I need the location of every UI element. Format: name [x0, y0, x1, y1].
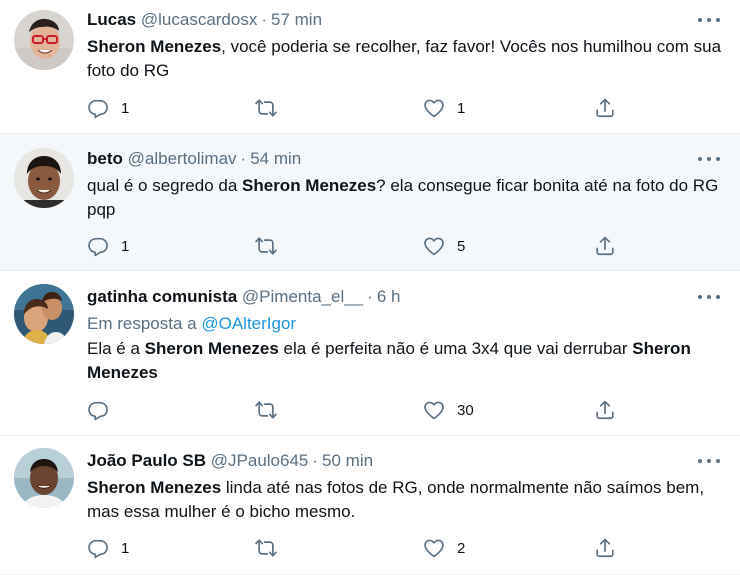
like-button[interactable]: 30 [423, 398, 474, 422]
timestamp[interactable]: 6 h [377, 287, 401, 306]
tweet[interactable]: João Paulo SB @JPaulo645 · 50 min Sheron M… [0, 436, 740, 575]
username[interactable]: @JPaulo645 [211, 451, 309, 470]
display-name[interactable]: gatinha comunista [87, 287, 237, 306]
share-button[interactable] [594, 96, 616, 120]
mention-bold: Sheron Menezes [144, 339, 279, 358]
like-count: 5 [457, 237, 466, 255]
reply-button[interactable]: 1 [87, 234, 129, 258]
tweet[interactable]: beto @albertolimav · 54 min qual é o segre… [0, 134, 740, 271]
mention-bold: Sheron Menezes [87, 37, 222, 56]
username[interactable]: @albertolimav [128, 149, 237, 168]
tweet-header: beto @albertolimav · 54 min [87, 148, 301, 170]
tweet-actions: 30 [87, 398, 627, 422]
reply-icon [87, 537, 109, 559]
reply-button[interactable]: 1 [87, 536, 129, 560]
like-button[interactable]: 2 [423, 536, 465, 560]
tweet-text: Sheron Menezes, você poderia se recolher… [87, 35, 727, 83]
reply-context: Em resposta a @OAlterIgor [87, 313, 296, 335]
reply-count: 1 [121, 539, 130, 557]
separator: · [367, 287, 373, 306]
like-button[interactable]: 1 [423, 96, 465, 120]
avatar[interactable] [14, 10, 74, 70]
tweet-header: João Paulo SB @JPaulo645 · 50 min [87, 450, 373, 472]
retweet-button[interactable] [255, 96, 289, 120]
like-icon [423, 97, 445, 119]
text-segment: Ela é a [87, 339, 145, 358]
share-icon [594, 537, 616, 559]
share-button[interactable] [594, 536, 616, 560]
reply-icon [87, 399, 109, 421]
more-icon[interactable] [698, 154, 720, 164]
retweet-button[interactable] [255, 536, 289, 560]
tweet[interactable]: Lucas @lucascardosx · 57 min Sheron Meneze… [0, 0, 740, 134]
display-name[interactable]: Lucas [87, 10, 136, 29]
display-name[interactable]: beto [87, 149, 123, 168]
timestamp[interactable]: 57 min [271, 10, 322, 29]
like-count: 1 [457, 99, 466, 117]
share-button[interactable] [594, 398, 616, 422]
reply-mention-link[interactable]: @OAlterIgor [201, 314, 296, 333]
timestamp[interactable]: 54 min [250, 149, 301, 168]
tweet-actions: 1 5 [87, 234, 627, 258]
retweet-icon [255, 97, 277, 119]
more-icon[interactable] [698, 456, 720, 466]
avatar[interactable] [14, 448, 74, 508]
timestamp[interactable]: 50 min [322, 451, 373, 470]
tweet-text: Ela é a Sheron Menezes ela é perfeita nã… [87, 337, 727, 385]
separator: · [261, 10, 268, 29]
share-icon [594, 235, 616, 257]
share-icon [594, 399, 616, 421]
more-icon[interactable] [698, 292, 720, 302]
reply-button[interactable]: 1 [87, 96, 129, 120]
share-icon [594, 97, 616, 119]
like-icon [423, 235, 445, 257]
tweet-actions: 1 2 [87, 536, 627, 560]
like-count: 30 [457, 401, 474, 419]
username[interactable]: @lucascardosx [141, 10, 257, 29]
display-name[interactable]: João Paulo SB [87, 451, 206, 470]
tweet-feed: Lucas @lucascardosx · 57 min Sheron Meneze… [0, 0, 740, 575]
retweet-icon [255, 399, 277, 421]
tweet[interactable]: gatinha comunista @Pimenta_el__ · 6 h Em r… [0, 271, 740, 436]
separator: · [312, 451, 319, 470]
text-segment: qual é o segredo da [87, 176, 243, 195]
mention-bold: Sheron Menezes [242, 176, 377, 195]
retweet-icon [255, 235, 277, 257]
separator: · [240, 149, 247, 168]
reply-count: 1 [121, 237, 130, 255]
retweet-button[interactable] [255, 234, 289, 258]
username[interactable]: @Pimenta_el__ [242, 287, 363, 306]
retweet-icon [255, 537, 277, 559]
like-button[interactable]: 5 [423, 234, 465, 258]
avatar[interactable] [14, 148, 74, 208]
share-button[interactable] [594, 234, 616, 258]
like-icon [423, 537, 445, 559]
tweet-header: gatinha comunista @Pimenta_el__ · 6 h [87, 286, 400, 308]
reply-button[interactable] [87, 398, 121, 422]
tweet-text: qual é o segredo da Sheron Menezes? ela … [87, 174, 727, 222]
tweet-text: Sheron Menezes linda até nas fotos de RG… [87, 476, 727, 524]
text-segment: ela é perfeita não é uma 3x4 que vai der… [278, 339, 633, 358]
like-icon [423, 399, 445, 421]
avatar[interactable] [14, 284, 74, 344]
reply-icon [87, 97, 109, 119]
reply-prefix: Em resposta a [87, 314, 197, 333]
reply-count: 1 [121, 99, 130, 117]
retweet-button[interactable] [255, 398, 289, 422]
more-icon[interactable] [698, 15, 720, 25]
mention-bold: Sheron Menezes [87, 478, 222, 497]
tweet-header: Lucas @lucascardosx · 57 min [87, 9, 322, 31]
tweet-actions: 1 1 [87, 96, 627, 120]
like-count: 2 [457, 539, 466, 557]
reply-icon [87, 235, 109, 257]
